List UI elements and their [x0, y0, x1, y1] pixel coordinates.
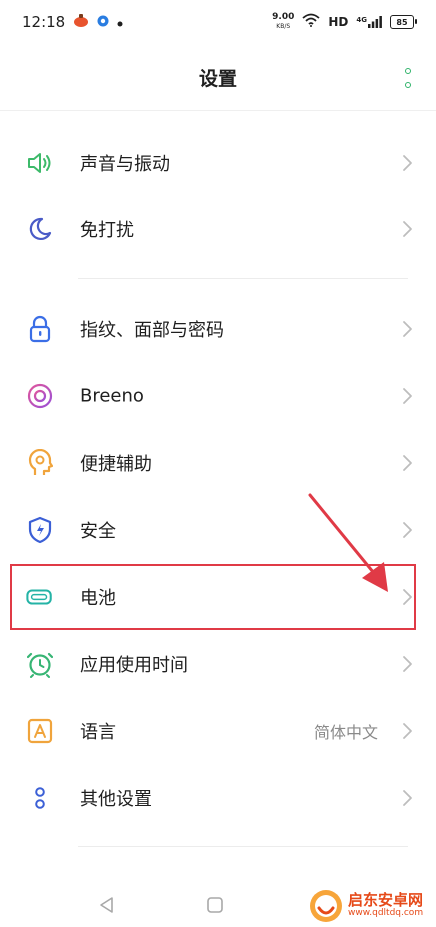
battery-status-icon: 85 — [390, 15, 417, 29]
header: 设置 — [0, 44, 436, 111]
battery-icon — [26, 583, 54, 611]
wifi-icon — [302, 13, 320, 31]
alarm-clock-icon — [26, 650, 54, 678]
more-vertical-icon — [405, 68, 411, 74]
browser-notification-icon — [97, 13, 109, 31]
settings-item-language[interactable]: 语言 简体中文 — [0, 698, 436, 764]
section-divider — [78, 278, 408, 279]
status-left: 12:18 — [22, 13, 123, 31]
watermark-text: 启东安卓网 www.qdltdq.com — [348, 892, 423, 918]
more-vertical-icon-dot — [405, 82, 411, 88]
language-icon — [26, 717, 54, 745]
settings-item-value: 简体中文 — [313, 723, 378, 742]
page-title: 设置 — [198, 67, 237, 90]
chevron-right-icon — [403, 455, 412, 471]
app-notification-icon — [73, 13, 89, 31]
status-right: 9.00 KB/S HD 4G 85 — [272, 13, 417, 31]
settings-item-label: 指纹、面部与密码 — [80, 320, 224, 341]
chevron-right-icon — [403, 589, 412, 605]
chevron-right-icon — [403, 723, 412, 739]
settings-item-label: 免打扰 — [80, 220, 134, 241]
home-button[interactable] — [206, 896, 224, 914]
settings-item-dnd[interactable]: 免打扰 — [0, 196, 436, 262]
settings-item-label: 安全 — [80, 521, 116, 542]
chevron-right-icon — [403, 522, 412, 538]
signal-label: 4G — [356, 16, 367, 24]
chevron-right-icon — [403, 221, 412, 237]
settings-item-breeno[interactable]: Breeno — [0, 363, 436, 429]
back-button[interactable] — [98, 896, 116, 914]
other-settings-icon — [26, 784, 54, 812]
settings-item-app-usage[interactable]: 应用使用时间 — [0, 631, 436, 697]
net-speed-unit: KB/S — [276, 23, 291, 30]
settings-item-battery[interactable]: 电池 — [0, 564, 436, 630]
settings-item-label: 应用使用时间 — [80, 655, 188, 676]
settings-item-label: 声音与振动 — [80, 154, 170, 175]
watermark-logo-icon — [310, 889, 342, 922]
watermark: 启东安卓网 www.qdltdq.com — [308, 884, 436, 927]
signal-icon: 4G — [356, 16, 382, 28]
status-bar: 12:18 9.00 KB/S HD 4G 85 — [0, 0, 436, 44]
settings-screen: 12:18 9.00 KB/S HD 4G 85 设置 声音与振动 免打扰 指纹… — [0, 0, 436, 927]
chevron-right-icon — [403, 155, 412, 171]
chevron-right-icon — [403, 790, 412, 806]
settings-item-label: 便捷辅助 — [80, 454, 152, 475]
accessibility-icon — [26, 449, 54, 477]
chevron-right-icon — [403, 388, 412, 404]
settings-item-label: 其他设置 — [80, 789, 152, 810]
net-speed: 9.00 KB/S — [272, 13, 294, 31]
battery-level: 85 — [396, 17, 408, 27]
chevron-right-icon — [403, 321, 412, 337]
status-time: 12:18 — [22, 13, 66, 31]
back-icon — [100, 897, 113, 913]
settings-item-security-fingerprint[interactable]: 指纹、面部与密码 — [0, 296, 436, 362]
settings-item-accessibility[interactable]: 便捷辅助 — [0, 430, 436, 496]
home-icon — [207, 897, 223, 913]
more-options-button[interactable] — [402, 68, 414, 88]
settings-item-label: 电池 — [80, 588, 116, 609]
settings-item-sound[interactable]: 声音与振动 — [0, 130, 436, 196]
shield-icon — [26, 516, 54, 544]
watermark-title: 启东安卓网 — [348, 891, 424, 910]
lock-icon — [26, 315, 54, 343]
breeno-icon — [26, 382, 54, 410]
speaker-icon — [26, 149, 54, 177]
settings-item-safety[interactable]: 安全 — [0, 497, 436, 563]
moon-icon — [26, 215, 54, 243]
hd-label: HD — [328, 15, 349, 29]
settings-item-label: Breeno — [80, 385, 144, 407]
chevron-right-icon — [403, 656, 412, 672]
net-speed-value: 9.00 — [272, 12, 295, 22]
dot-icon — [117, 13, 123, 31]
watermark-url: www.qdltdq.com — [348, 907, 424, 918]
settings-item-other[interactable]: 其他设置 — [0, 765, 436, 831]
settings-item-label: 语言 — [80, 722, 116, 743]
section-divider — [78, 846, 408, 847]
